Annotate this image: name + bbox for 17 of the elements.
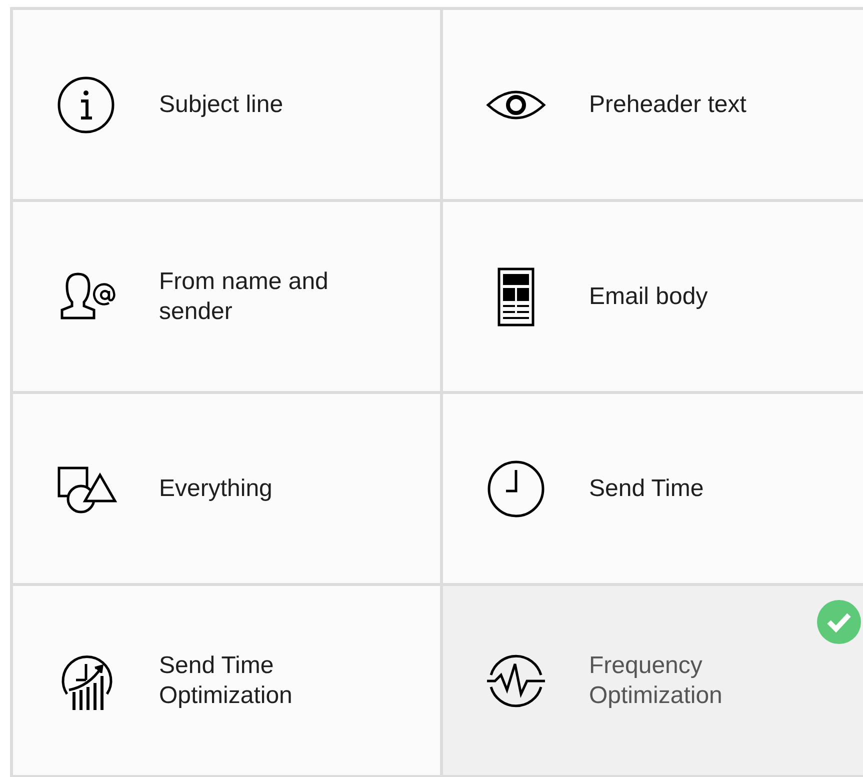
option-tile[interactable]: Subject line [13,10,440,199]
option-label: Everything [159,474,272,504]
option-tile[interactable]: From name and sender [13,202,440,391]
option-label: Send Time [589,474,704,504]
option-label: Preheader text [589,90,746,120]
option-tile[interactable]: Send Time [443,394,863,583]
option-tile[interactable]: Everything [13,394,440,583]
option-label: Send Time Optimization [159,650,294,710]
option-label: From name and sender [159,266,330,326]
option-tile[interactable]: Preheader text [443,10,863,199]
option-label: Email body [589,282,708,312]
option-tile[interactable]: Frequency Optimization [443,586,863,775]
check-icon [817,600,861,644]
option-tile[interactable]: Send Time Optimization [13,586,440,775]
option-label: Subject line [159,90,284,120]
option-label: Frequency Optimization [589,650,724,710]
option-tile[interactable]: Email body [443,202,863,391]
